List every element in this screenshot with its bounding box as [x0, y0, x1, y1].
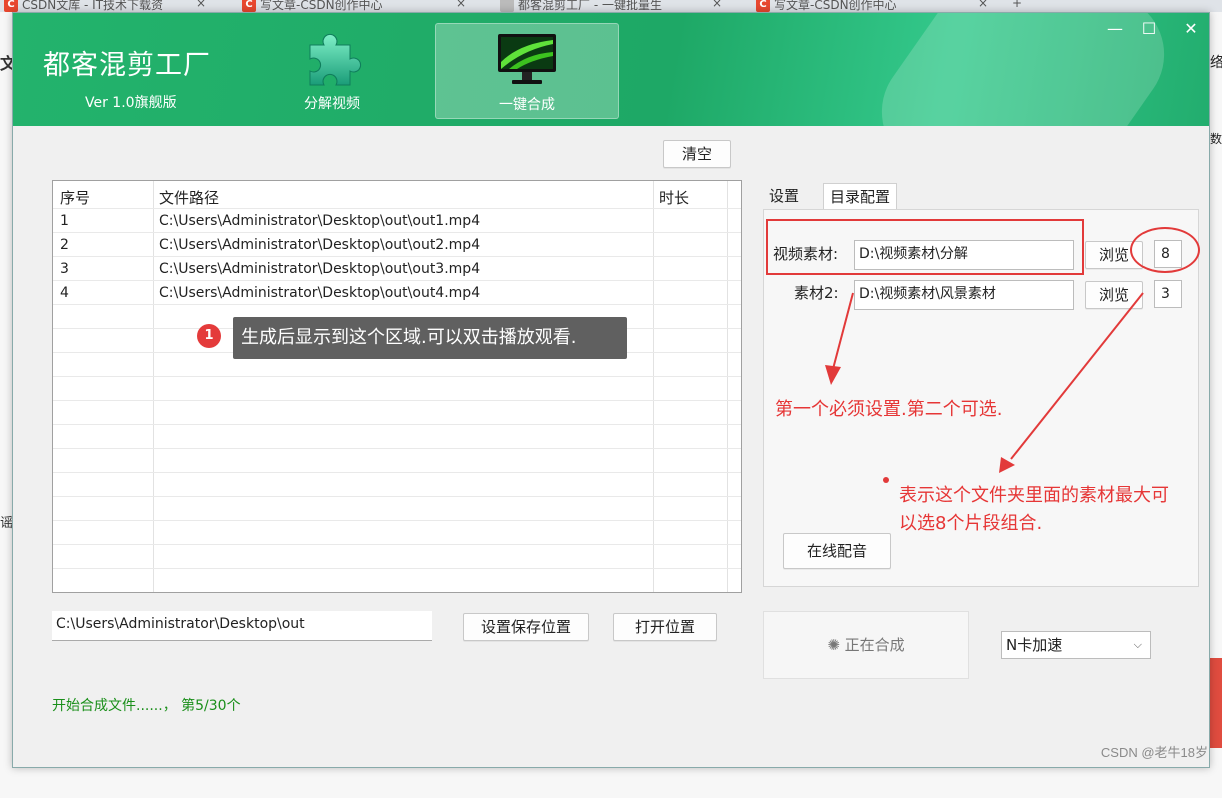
column-divider	[727, 181, 728, 592]
browser-tab[interactable]: 都客混剪工厂 - 一键批量生	[496, 0, 662, 12]
cell-path[interactable]: C:\Users\Administrator\Desktop\out\out4.…	[159, 285, 480, 301]
csdn-favicon-icon: C	[756, 0, 770, 12]
material2-path-input[interactable]: D:\视频素材\风景素材	[854, 280, 1074, 310]
tab-close-icon[interactable]: ×	[712, 0, 722, 12]
cell-index[interactable]: 1	[60, 213, 69, 229]
merge-button[interactable]: ✺ 正在合成	[763, 611, 969, 679]
app-version: Ver 1.0旗舰版	[85, 95, 177, 111]
browser-tab-label: CSDN文库 - IT技术下载资	[22, 0, 164, 12]
row-divider	[53, 400, 741, 401]
background-page-left: 文 谣	[0, 12, 16, 798]
column-header-path[interactable]: 文件路径	[159, 187, 219, 208]
column-divider	[653, 181, 654, 592]
merge-button-label: 正在合成	[844, 636, 905, 654]
output-file-table[interactable]: 序号 文件路径 时长 1 C:\Users\Administrator\Desk…	[52, 180, 742, 593]
annotation-required-note: 第一个必须设置.第二个可选.	[775, 399, 1003, 420]
browser-tab-strip: C CSDN文库 - IT技术下载资 × C 写文章-CSDN创作中心 × 都客…	[0, 0, 1222, 12]
new-tab-button[interactable]: +	[1012, 0, 1022, 12]
spinner-icon: ✺	[827, 636, 840, 654]
background-page-right: 络 数	[1210, 12, 1222, 798]
puzzle-icon	[302, 31, 362, 93]
annotation-highlight-circle	[1130, 227, 1200, 273]
material2-browse-button[interactable]: 浏览	[1085, 281, 1143, 309]
cell-path[interactable]: C:\Users\Administrator\Desktop\out\out1.…	[159, 213, 480, 229]
annotation-step-badge: 1	[197, 324, 221, 348]
browser-tab[interactable]: C 写文章-CSDN创作中心	[752, 0, 897, 12]
browser-tab-label: 写文章-CSDN创作中心	[774, 0, 897, 12]
cell-index[interactable]: 2	[60, 237, 69, 253]
row-divider	[53, 568, 741, 569]
annotation-max-note-line1: 表示这个文件夹里面的素材最大可	[899, 485, 1169, 506]
app-header: 都客混剪工厂 Ver 1.0旗舰版 分解视频 一键合成 — ☐ ✕	[13, 13, 1209, 126]
status-text: 开始合成文件......， 第5/30个	[52, 698, 241, 714]
tab-close-icon[interactable]: ×	[196, 0, 206, 12]
cell-index[interactable]: 3	[60, 261, 69, 277]
gpu-acceleration-select[interactable]: N卡加速 ⌵	[1001, 631, 1151, 659]
column-header-duration[interactable]: 时长	[659, 187, 689, 208]
csdn-favicon-icon: C	[4, 0, 18, 12]
browser-tab[interactable]: C CSDN文库 - IT技术下载资	[0, 0, 163, 12]
clear-button[interactable]: 清空	[663, 140, 731, 168]
csdn-favicon-icon: C	[242, 0, 256, 12]
material2-max-segments-input[interactable]: 3	[1154, 280, 1182, 308]
row-divider	[53, 232, 741, 233]
tab-settings[interactable]: 设置	[763, 183, 805, 209]
tab-close-icon[interactable]: ×	[456, 0, 466, 12]
app-title: 都客混剪工厂	[43, 50, 211, 81]
row-divider	[53, 496, 741, 497]
row-divider	[53, 424, 741, 425]
annotation-tooltip: 生成后显示到这个区域.可以双击播放观看.	[233, 317, 627, 359]
set-save-location-button[interactable]: 设置保存位置	[463, 613, 589, 641]
browser-tab-label: 写文章-CSDN创作中心	[260, 0, 383, 12]
browser-tab[interactable]: C 写文章-CSDN创作中心	[238, 0, 383, 12]
close-icon[interactable]: ✕	[1179, 19, 1203, 38]
nav-label: 一键合成	[499, 97, 555, 113]
row-divider	[53, 280, 741, 281]
row-divider	[53, 448, 741, 449]
annotation-highlight-box	[766, 219, 1084, 275]
background-text: 数	[1210, 132, 1222, 146]
online-dubbing-button[interactable]: 在线配音	[783, 533, 891, 569]
row-divider	[53, 544, 741, 545]
nav-split-video[interactable]: 分解视频	[240, 23, 424, 119]
chevron-down-icon: ⌵	[1133, 638, 1142, 651]
row-divider	[53, 520, 741, 521]
cell-path[interactable]: C:\Users\Administrator\Desktop\out\out3.…	[159, 261, 480, 277]
column-divider	[153, 181, 154, 592]
maximize-icon[interactable]: ☐	[1137, 19, 1161, 38]
save-path-input[interactable]: C:\Users\Administrator\Desktop\out	[52, 611, 432, 641]
annotation-bullet	[883, 477, 889, 483]
background-page-bottom	[0, 768, 1222, 798]
row-divider	[53, 376, 741, 377]
material2-label: 素材2:	[794, 284, 839, 302]
column-header-index[interactable]: 序号	[60, 187, 90, 208]
minimize-icon[interactable]: —	[1103, 19, 1127, 38]
open-location-button[interactable]: 打开位置	[613, 613, 717, 641]
row-divider	[53, 304, 741, 305]
row-divider	[53, 472, 741, 473]
background-text: 络	[1210, 55, 1222, 71]
select-value: N卡加速	[1006, 636, 1063, 654]
tab-close-icon[interactable]: ×	[978, 0, 988, 12]
background-banner	[1210, 658, 1222, 748]
tab-directory-config[interactable]: 目录配置	[823, 183, 898, 209]
annotation-max-note-line2: 以选8个片段组合.	[899, 513, 1043, 534]
cell-path[interactable]: C:\Users\Administrator\Desktop\out\out2.…	[159, 237, 480, 253]
page-favicon-icon	[500, 0, 514, 12]
nav-label: 分解视频	[304, 96, 360, 112]
monitor-icon	[495, 32, 559, 94]
row-divider	[53, 256, 741, 257]
nav-one-click-merge[interactable]: 一键合成	[435, 23, 619, 119]
watermark: CSDN @老牛18岁	[1100, 745, 1208, 760]
row-divider	[53, 208, 741, 209]
browser-tab-label: 都客混剪工厂 - 一键批量生	[518, 0, 662, 12]
app-window: 都客混剪工厂 Ver 1.0旗舰版 分解视频 一键合成 — ☐ ✕ 清空 序号 …	[12, 12, 1210, 768]
cell-index[interactable]: 4	[60, 285, 69, 301]
